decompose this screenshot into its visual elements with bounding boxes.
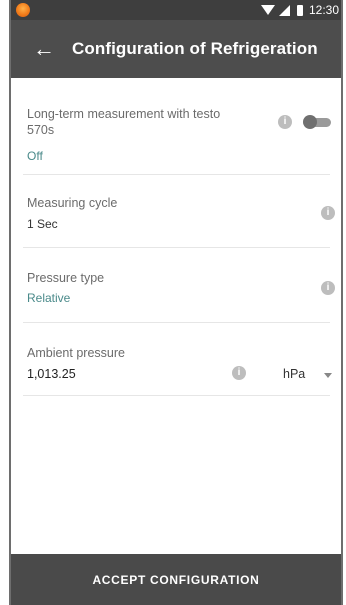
accept-configuration-button[interactable]: ACCEPT CONFIGURATION (11, 554, 341, 605)
ambient-pressure-label: Ambient pressure (27, 346, 125, 360)
setting-long-term: Long-term measurement with testo 570s Of… (23, 78, 331, 175)
pressure-type-label: Pressure type (27, 271, 105, 285)
signal-icon (278, 4, 290, 16)
page-title: Configuration of Refrigeration (72, 39, 318, 58)
setting-pressure-type[interactable]: Pressure type Relative i (23, 248, 335, 323)
device-screen: 12:30 ← Configuration of Refrigeration L… (9, 0, 343, 605)
info-icon[interactable]: i (232, 366, 246, 380)
setting-measuring-cycle[interactable]: Measuring cycle 1 Sec i (23, 175, 335, 248)
setting-ambient-pressure: Ambient pressure 1,013.25 i hPa (23, 323, 332, 396)
measuring-cycle-label: Measuring cycle (27, 196, 118, 210)
status-icons: 12:30 (260, 2, 339, 18)
unit-dropdown[interactable]: hPa (283, 367, 305, 381)
battery-icon (296, 4, 303, 16)
info-icon[interactable]: i (321, 206, 335, 220)
long-term-value: Off (27, 149, 43, 163)
accept-configuration-label: ACCEPT CONFIGURATION (92, 572, 260, 587)
toggle-knob (303, 115, 317, 129)
status-bar: 12:30 (11, 0, 341, 20)
app-bar: ← Configuration of Refrigeration (11, 20, 341, 78)
wifi-icon (260, 5, 275, 15)
long-term-toggle[interactable] (303, 115, 331, 129)
chevron-down-icon[interactable] (324, 373, 332, 378)
info-icon[interactable]: i (321, 281, 335, 295)
long-term-label: Long-term measurement with testo 570s (27, 107, 221, 137)
back-arrow-icon[interactable]: ← (33, 38, 55, 60)
status-time: 12:30 (308, 3, 339, 17)
info-icon[interactable]: i (278, 115, 292, 129)
testo-logo-icon (16, 3, 30, 17)
measuring-cycle-value: 1 Sec (27, 217, 58, 231)
settings-list: Long-term measurement with testo 570s Of… (11, 78, 341, 396)
pressure-type-value: Relative (27, 291, 71, 305)
ambient-pressure-input[interactable]: 1,013.25 (27, 367, 76, 381)
